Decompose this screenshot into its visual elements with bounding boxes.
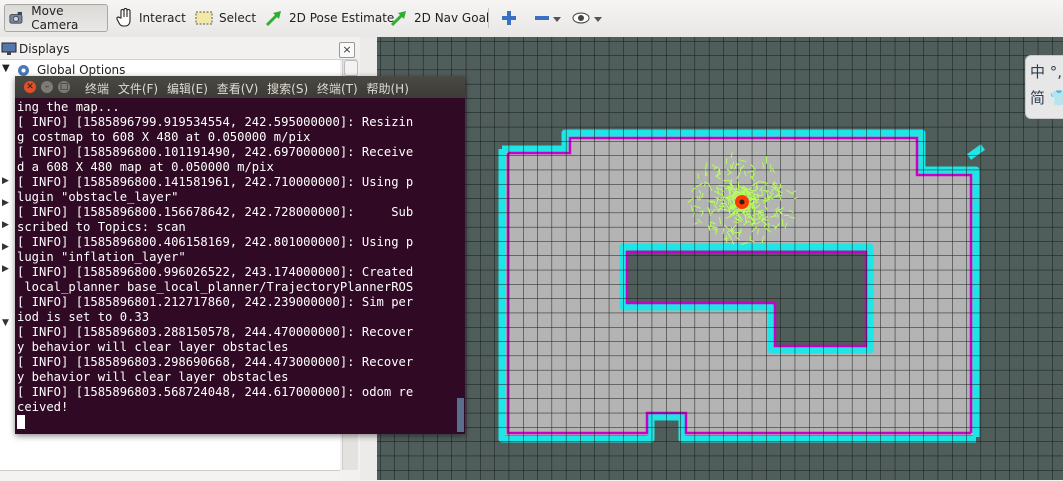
particle-arrow: [731, 179, 732, 184]
maximize-icon[interactable]: □: [58, 81, 70, 93]
particle-arrow: [700, 196, 701, 201]
terminal-line: g costmap to 608 X 480 at 0.050000 m/pix: [17, 130, 455, 145]
expand-arrow-icon[interactable]: ▶: [2, 176, 9, 186]
particle-arrow: [754, 209, 755, 214]
view-options-button[interactable]: [568, 4, 613, 32]
move-camera-button[interactable]: Move Camera: [4, 4, 108, 32]
terminal-line: lugin "obstacle_layer": [17, 190, 455, 205]
menu-edit[interactable]: 编辑(E): [167, 82, 208, 96]
terminal-line: y behavior will clear layer obstacles: [17, 370, 455, 385]
close-panel-button[interactable]: ×: [339, 42, 355, 58]
terminal-line: lugin "inflation_layer": [17, 250, 455, 265]
terminal-line: [ INFO] [1585896803.298690668, 244.47300…: [17, 355, 455, 370]
terminal-line: d a 608 X 480 map at 0.050000 m/pix: [17, 160, 455, 175]
terminal-title: 终端: [85, 82, 109, 96]
robot-marker: [735, 195, 749, 209]
terminal-output[interactable]: ing the map... [ INFO] [1585896799.91953…: [17, 100, 455, 432]
terminal-line: y behavior will clear layer obstacles: [17, 340, 455, 355]
menu-view[interactable]: 查看(V): [217, 82, 259, 96]
terminal-line: [ INFO] [1585896801.212717860, 242.23900…: [17, 295, 455, 310]
interact-label: Interact: [139, 11, 186, 25]
displays-title: Displays: [19, 42, 69, 56]
displays-header: Displays ×: [0, 39, 357, 60]
menu-file[interactable]: 文件(F): [118, 82, 158, 96]
ime-line-2: 简 👕: [1030, 87, 1063, 108]
particle-arrow: [765, 185, 770, 186]
nav-goal-button[interactable]: 2D Nav Goal: [385, 4, 493, 32]
close-icon[interactable]: ✕: [24, 81, 36, 93]
text-cursor: [17, 415, 25, 429]
plus-icon: [501, 10, 517, 26]
terminal-line: [ INFO] [1585896799.919534554, 242.59500…: [17, 115, 455, 130]
pose-estimate-button[interactable]: 2D Pose Estimate: [260, 4, 398, 32]
select-button[interactable]: Select: [190, 4, 260, 32]
remove-tool-button[interactable]: [530, 4, 571, 32]
particle-arrow: [780, 184, 781, 188]
terminal-line: ing the map...: [17, 100, 455, 115]
ime-line-1: 中 °,: [1030, 61, 1062, 82]
monitor-icon: [1, 42, 17, 56]
tree-footer: [0, 470, 340, 481]
green-arrow-icon: [264, 9, 284, 27]
terminal-menubar: 终端 文件(F) 编辑(E) 查看(V) 搜索(S) 终端(T) 帮助(H): [85, 80, 414, 97]
toolbar-separator: [488, 8, 489, 28]
add-tool-button[interactable]: [497, 4, 526, 32]
terminal-line: [ INFO] [1585896800.101191490, 242.69700…: [17, 145, 455, 160]
terminal-scrollbar[interactable]: [457, 98, 465, 434]
minus-icon: [534, 10, 562, 26]
terminal-line: [ INFO] [1585896800.406158169, 242.80100…: [17, 235, 455, 250]
menu-terminal[interactable]: 终端(T): [317, 82, 358, 96]
green-arrow-icon: [389, 9, 409, 27]
expand-arrow-icon[interactable]: ▶: [2, 264, 9, 274]
map-view[interactable]: [377, 37, 1063, 480]
terminal-line: iod is set to 0.33: [17, 310, 455, 325]
terminal-line: [ INFO] [1585896803.568724048, 244.61700…: [17, 385, 455, 400]
minimize-icon[interactable]: –: [41, 81, 53, 93]
expand-arrow-icon[interactable]: ▼: [2, 318, 9, 328]
terminal-prompt-line[interactable]: [17, 415, 455, 430]
particle-arrow: [698, 174, 699, 179]
grid-overlay: [377, 37, 1063, 480]
expand-arrow-icon[interactable]: ▶: [2, 242, 9, 252]
select-label: Select: [219, 11, 256, 25]
particle-arrow: [774, 183, 778, 184]
pose-estimate-label: 2D Pose Estimate: [289, 11, 394, 25]
expand-arrow-icon[interactable]: ▶: [2, 198, 9, 208]
terminal-line: scribed to Topics: scan: [17, 220, 455, 235]
particle-arrow: [724, 239, 729, 240]
scroll-up-button[interactable]: [344, 60, 358, 76]
menu-search[interactable]: 搜索(S): [267, 82, 308, 96]
toolbar: Move Camera Interact Select 2D Pose Esti…: [0, 0, 1063, 38]
hand-icon: [116, 8, 134, 28]
expand-arrow-icon[interactable]: ▶: [2, 220, 9, 230]
particle-arrow: [757, 193, 758, 197]
interact-button[interactable]: Interact: [112, 4, 190, 32]
particle-arrow: [757, 211, 762, 212]
terminal-titlebar[interactable]: ✕ – □ 终端 文件(F) 编辑(E) 查看(V) 搜索(S) 终端(T) 帮…: [15, 76, 465, 98]
terminal-scroll-thumb[interactable]: [457, 398, 464, 432]
menu-help[interactable]: 帮助(H): [366, 82, 408, 96]
particle-arrow: [763, 215, 764, 221]
terminal-line: [ INFO] [1585896800.156678642, 242.72800…: [17, 205, 455, 220]
move-camera-label: Move Camera: [31, 4, 103, 32]
terminal-line: [ INFO] [1585896800.141581961, 242.71000…: [17, 175, 455, 190]
terminal-line: local_planner base_local_planner/Traject…: [17, 280, 455, 295]
expand-arrow-icon[interactable]: ▼: [2, 63, 10, 74]
terminal-window[interactable]: ✕ – □ 终端 文件(F) 编辑(E) 查看(V) 搜索(S) 终端(T) 帮…: [15, 76, 465, 434]
terminal-line: [ INFO] [1585896803.288150578, 244.47000…: [17, 325, 455, 340]
tree-item-label: Global Options: [37, 63, 125, 77]
map-canvas[interactable]: [377, 37, 1063, 480]
terminal-line: ceived!: [17, 400, 455, 415]
select-icon: [194, 10, 214, 26]
ime-widget[interactable]: 中 °, 简 👕: [1025, 55, 1063, 119]
move-camera-icon: [9, 9, 26, 27]
nav-goal-label: 2D Nav Goal: [414, 11, 489, 25]
terminal-line: [ INFO] [1585896800.996026522, 243.17400…: [17, 265, 455, 280]
eye-icon: [572, 10, 604, 26]
